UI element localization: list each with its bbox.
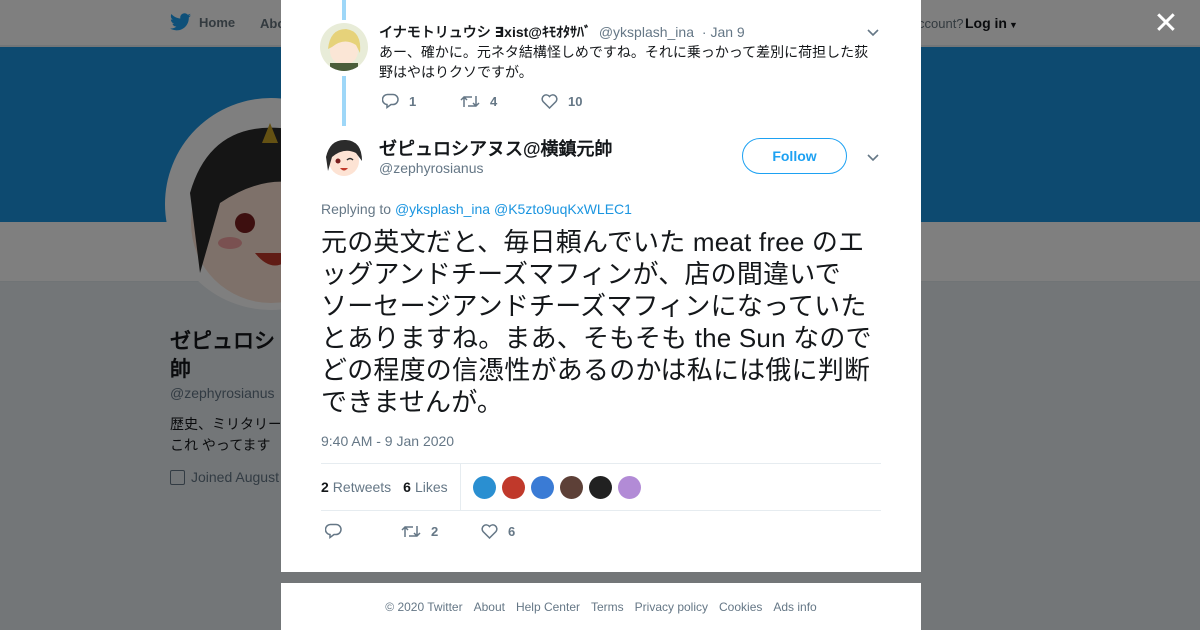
liker-avatar[interactable]: [501, 475, 525, 499]
reply-button[interactable]: [325, 523, 401, 539]
like-button[interactable]: 6: [481, 524, 515, 539]
reply-header: イナモトリュウシ ∃xist@ｷﾓｵﾀｻﾊﾞ @yksplash_ina · J…: [379, 22, 745, 42]
divider: [459, 463, 461, 511]
main-actions: 2 6: [325, 523, 515, 539]
liker-avatar[interactable]: [530, 475, 554, 499]
avatar-illustration: [320, 133, 368, 181]
footer-copyright: © 2020 Twitter: [385, 599, 463, 614]
avatar-illustration: [320, 23, 368, 71]
retweet-icon: [460, 95, 480, 107]
follow-button[interactable]: Follow: [742, 138, 847, 174]
like-count: 6: [508, 523, 516, 539]
reply-display-name[interactable]: イナモトリュウシ ∃xist@ｷﾓｵﾀｻﾊﾞ: [379, 24, 591, 40]
tweet-modal: イナモトリュウシ ∃xist@ｷﾓｵﾀｻﾊﾞ @yksplash_ina · J…: [281, 0, 921, 572]
heart-icon: [481, 523, 498, 539]
replying-to: Replying to @yksplash_ina @K5zto9uqKxWLE…: [321, 201, 632, 217]
footer-privacy-link[interactable]: Privacy policy: [635, 600, 708, 614]
retweet-icon: [401, 525, 421, 537]
retweets-stat-count: 2: [321, 479, 329, 495]
footer-cookies-link[interactable]: Cookies: [719, 600, 762, 614]
reply-avatar[interactable]: [320, 23, 368, 71]
footer-terms-link[interactable]: Terms: [591, 600, 624, 614]
tweet-stats: 2 Retweets 6 Likes: [321, 463, 881, 511]
thread-line: [342, 76, 346, 126]
retweet-count: 2: [431, 523, 439, 539]
replying-prefix: Replying to: [321, 201, 392, 217]
reply-icon: [325, 523, 342, 539]
thread-line: [342, 0, 346, 20]
liker-avatar[interactable]: [617, 475, 641, 499]
likes-stat-count: 6: [403, 479, 411, 495]
reply-actions: 1 4 10: [382, 93, 582, 109]
mention-link[interactable]: @yksplash_ina: [395, 201, 490, 217]
tweet-text: 元の英文だと、毎日頼んでいた meat free のエッグアンドチーズマフィンが…: [321, 227, 872, 417]
retweet-button[interactable]: 2: [401, 524, 481, 539]
main-display-name[interactable]: ゼピュロシアヌス@横鎮元帥: [379, 135, 613, 161]
tweet-timestamp[interactable]: 9:40 AM - 9 Jan 2020: [321, 433, 454, 449]
reply-text: あー、確かに。元ネタ結構怪しめですね。それに乗っかって差別に荷担した荻野はやはり…: [379, 44, 869, 80]
main-avatar[interactable]: [320, 133, 368, 181]
reply-icon: [382, 93, 399, 109]
modal-footer: © 2020 Twitter About Help Center Terms P…: [281, 583, 921, 630]
reply-handle[interactable]: @yksplash_ina: [599, 24, 694, 40]
liker-avatar[interactable]: [588, 475, 612, 499]
main-handle[interactable]: @zephyrosianus: [379, 160, 484, 176]
footer-ads-link[interactable]: Ads info: [773, 600, 816, 614]
retweet-count: 4: [490, 93, 498, 109]
retweets-stat[interactable]: 2 Retweets: [321, 479, 391, 495]
footer-about-link[interactable]: About: [474, 600, 505, 614]
liker-avatar[interactable]: [559, 475, 583, 499]
mention-link[interactable]: @K5zto9uqKxWLEC1: [494, 201, 632, 217]
liker-avatar[interactable]: [472, 475, 496, 499]
retweets-stat-label: Retweets: [332, 479, 392, 495]
reply-date[interactable]: · Jan 9: [702, 24, 745, 40]
footer-help-link[interactable]: Help Center: [516, 600, 580, 614]
chevron-down-icon[interactable]: [867, 151, 879, 163]
like-count: 10: [568, 93, 583, 109]
like-button[interactable]: 10: [541, 94, 582, 109]
liker-avatars: [472, 475, 641, 499]
likes-stat-label: Likes: [414, 479, 448, 495]
close-icon[interactable]: ✕: [1152, 9, 1180, 39]
retweet-button[interactable]: 4: [460, 94, 541, 109]
chevron-down-icon[interactable]: [867, 26, 879, 38]
likes-stat[interactable]: 6 Likes: [403, 479, 447, 495]
reply-count: 1: [409, 93, 417, 109]
reply-button[interactable]: 1: [382, 93, 460, 109]
heart-icon: [541, 93, 558, 109]
